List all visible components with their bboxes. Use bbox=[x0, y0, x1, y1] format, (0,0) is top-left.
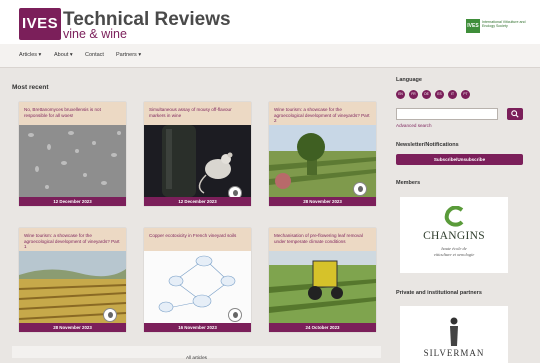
card-title[interactable]: Mechanisation of pre-flowering leaf remo… bbox=[269, 228, 376, 251]
category-icon bbox=[353, 182, 367, 196]
card-image bbox=[269, 251, 376, 323]
card-date: 28 November 2023 bbox=[19, 323, 126, 332]
card-title[interactable]: Copper ecotoxicity in French vineyard so… bbox=[144, 228, 251, 251]
card-title[interactable]: Simultaneous assay of mousy off-flavour … bbox=[144, 102, 251, 125]
figure-icon bbox=[450, 317, 458, 346]
nav-articles[interactable]: Articles ▾ bbox=[19, 52, 41, 58]
members-heading: Members bbox=[396, 180, 421, 186]
main-nav: Articles ▾ About ▾ Contact Partners ▾ bbox=[0, 44, 540, 68]
category-icon bbox=[103, 308, 117, 322]
subscribe-button[interactable]: Subscribe/Unsubscribe bbox=[396, 154, 523, 165]
search-input[interactable] bbox=[396, 108, 498, 120]
category-icon bbox=[228, 308, 242, 322]
article-card[interactable]: Wine tourism: a showcase for the agroeco… bbox=[269, 102, 376, 206]
article-card[interactable]: No, Brettanomyces bruxellensis is not re… bbox=[19, 102, 126, 206]
all-articles-link[interactable]: All articles bbox=[186, 355, 207, 360]
nav-partners[interactable]: Partners ▾ bbox=[116, 52, 141, 58]
article-card[interactable]: Simultaneous assay of mousy off-flavour … bbox=[144, 102, 251, 206]
article-card[interactable]: Copper ecotoxicity in French vineyard so… bbox=[144, 228, 251, 332]
nav-about[interactable]: About ▾ bbox=[54, 52, 73, 58]
search-button[interactable] bbox=[507, 108, 523, 120]
newsletter-heading: Newsletter/Notifications bbox=[396, 142, 459, 148]
search-icon bbox=[511, 110, 519, 118]
card-image bbox=[19, 125, 126, 197]
partners-heading: Private and institutional partners bbox=[396, 290, 482, 296]
ives-logo[interactable]: IVES bbox=[19, 8, 61, 40]
changins-mark-icon bbox=[444, 206, 464, 227]
card-date: 12 December 2023 bbox=[144, 197, 251, 206]
card-title[interactable]: Wine tourism: a showcase for the agroeco… bbox=[269, 102, 376, 125]
microscopy-illustration bbox=[19, 125, 126, 197]
tractor-vineyard-illustration bbox=[269, 251, 376, 323]
all-articles-bar: All articles bbox=[12, 346, 381, 360]
language-de[interactable]: DE bbox=[422, 90, 431, 99]
partner-logo[interactable]: IVES International Viticulture and Enolo… bbox=[466, 19, 526, 33]
card-date: 24 October 2023 bbox=[269, 323, 376, 332]
nav-contact[interactable]: Contact bbox=[85, 52, 104, 58]
partner-logo-silverman[interactable]: SILVERMAN bbox=[400, 306, 508, 363]
site-subtitle: vine & wine bbox=[63, 27, 127, 41]
card-title[interactable]: No, Brettanomyces bruxellensis is not re… bbox=[19, 102, 126, 125]
language-heading: Language bbox=[396, 77, 422, 83]
card-title[interactable]: Wine tourism: a showcase for the agroeco… bbox=[19, 228, 126, 251]
card-date: 28 November 2023 bbox=[269, 197, 376, 206]
language-fr[interactable]: FR bbox=[409, 90, 418, 99]
article-card[interactable]: Wine tourism: a showcase for the agroeco… bbox=[19, 228, 126, 332]
language-it[interactable]: IT bbox=[448, 90, 457, 99]
language-pt[interactable]: PT bbox=[461, 90, 470, 99]
article-card[interactable]: Mechanisation of pre-flowering leaf remo… bbox=[269, 228, 376, 332]
advanced-search-link[interactable]: Advanced search bbox=[396, 123, 432, 128]
language-en[interactable]: EN bbox=[396, 90, 405, 99]
site-header: IVES Technical Reviews vine & wine IVES … bbox=[0, 0, 540, 44]
section-title: Most recent bbox=[12, 84, 49, 91]
language-es[interactable]: ES bbox=[435, 90, 444, 99]
card-date: 12 December 2023 bbox=[19, 197, 126, 206]
member-logo-changins[interactable]: CHANGINS haute école de viticulture et o… bbox=[400, 197, 508, 273]
card-date: 16 November 2023 bbox=[144, 323, 251, 332]
